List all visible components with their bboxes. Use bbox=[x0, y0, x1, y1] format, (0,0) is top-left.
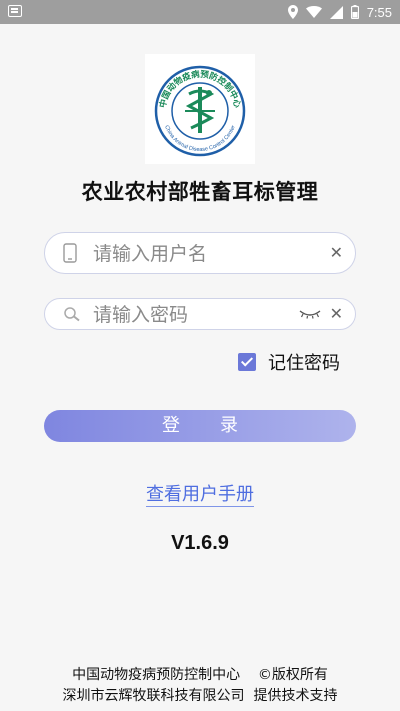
status-time: 7:55 bbox=[366, 4, 392, 20]
user-manual-link[interactable]: 查看用户手册 bbox=[146, 484, 254, 507]
battery-icon bbox=[350, 5, 359, 19]
organization-logo: 中国动物疫病预防控制中心 China Animal Disease Contro… bbox=[145, 54, 255, 164]
clear-username-icon[interactable]: ✕ bbox=[330, 245, 343, 261]
password-input[interactable] bbox=[91, 299, 295, 331]
hide-password-eye-icon[interactable] bbox=[299, 309, 321, 319]
footer-copyright: 中国动物疫病预防控制中心 ©版权所有 bbox=[72, 667, 328, 683]
login-button[interactable]: 登录 bbox=[44, 410, 356, 442]
keyboard-icon bbox=[8, 5, 22, 17]
remember-password-checkbox[interactable] bbox=[238, 353, 256, 371]
remember-password-label: 记住密码 bbox=[268, 353, 340, 374]
status-bar: 7:55 bbox=[0, 0, 400, 24]
remember-password[interactable]: 记住密码 bbox=[238, 349, 340, 375]
phone-icon bbox=[63, 243, 77, 263]
password-field: ✕ bbox=[44, 298, 356, 331]
username-input[interactable] bbox=[91, 233, 295, 275]
app-version: V1.6.9 bbox=[171, 532, 229, 554]
clear-password-icon[interactable]: ✕ bbox=[330, 306, 343, 322]
app-title: 农业农村部牲畜耳标管理 bbox=[81, 180, 319, 204]
footer-tech-support: 深圳市云辉牧联科技有限公司 提供技术支持 bbox=[62, 688, 338, 704]
wifi-icon bbox=[305, 6, 322, 18]
search-icon bbox=[64, 307, 80, 322]
location-icon bbox=[287, 5, 298, 19]
signal-icon bbox=[329, 5, 343, 19]
username-field: ✕ bbox=[44, 232, 356, 275]
